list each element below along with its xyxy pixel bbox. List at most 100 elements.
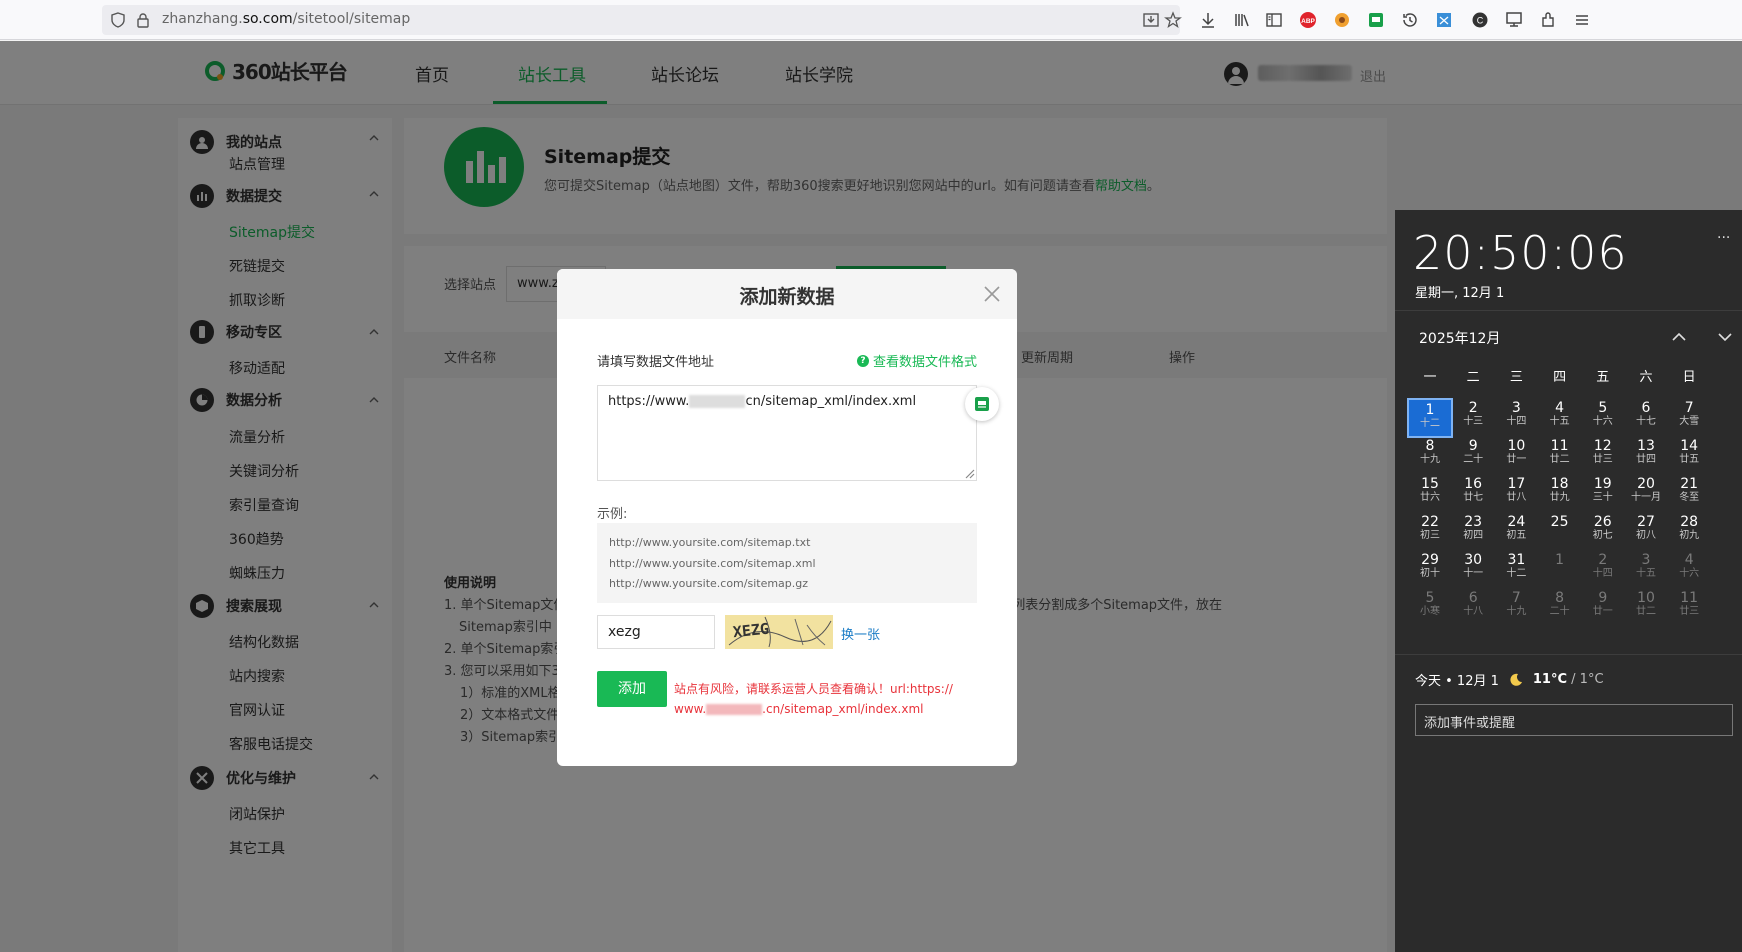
lunar-date: 廿五: [1679, 454, 1700, 465]
today-label: 今天 • 12月 1: [1415, 674, 1499, 689]
lunar-date: 十四: [1592, 568, 1613, 579]
close-icon[interactable]: [983, 285, 1001, 303]
library-icon[interactable]: [1232, 10, 1252, 30]
calendar-day[interactable]: 4 十五: [1537, 398, 1583, 438]
view-format-link[interactable]: ? 查看数据文件格式: [857, 351, 977, 370]
address-bar[interactable]: zhanzhang.so.com/sitetool/sitemap: [102, 5, 1182, 35]
calendar-flyout: 20:50:06 星期一, 12月 1 ··· 2025年12月 一 二 三 四 五 六 日…: [1395, 210, 1742, 952]
calendar-day[interactable]: 26 初七: [1580, 512, 1626, 552]
calendar-day[interactable]: 4 十六: [1666, 550, 1712, 590]
chevron-down-icon[interactable]: [1717, 330, 1733, 344]
example-box: http://www.yoursite.com/sitemap.txt http…: [597, 523, 977, 603]
weekday-header: 一: [1423, 370, 1437, 385]
calendar-day[interactable]: 6 十八: [1450, 588, 1496, 628]
calendar-day[interactable]: 16 廿七: [1450, 474, 1496, 514]
calendar-day[interactable]: 3 十五: [1623, 550, 1669, 590]
extension-badge-icon[interactable]: [965, 387, 999, 421]
lunar-date: 三十: [1592, 492, 1613, 503]
calendar-day[interactable]: 7 大雪: [1666, 398, 1712, 438]
lunar-date: 初八: [1636, 530, 1656, 541]
lunar-date: 二十: [1549, 606, 1570, 617]
shield-icon[interactable]: [110, 12, 126, 28]
temp-high: 11°C: [1532, 672, 1568, 687]
calendar-day[interactable]: 2 十三: [1450, 398, 1496, 438]
day-number: 20: [1637, 476, 1655, 492]
day-number: 4: [1684, 552, 1694, 568]
download-icon[interactable]: [1198, 10, 1218, 30]
adblock-icon[interactable]: ABP: [1298, 10, 1318, 30]
bookmark-star-icon[interactable]: [1164, 11, 1182, 29]
calendar-day[interactable]: 24 初五: [1493, 512, 1539, 552]
calendar-day[interactable]: 7 十九: [1493, 588, 1539, 628]
day-number: 5: [1598, 400, 1608, 416]
history-icon[interactable]: [1400, 10, 1420, 30]
moon-icon: [1509, 673, 1523, 687]
save-page-icon[interactable]: [1142, 11, 1160, 29]
extension-fox-icon[interactable]: [1332, 10, 1352, 30]
calendar-day[interactable]: 9 二十: [1450, 436, 1496, 476]
resize-handle-icon[interactable]: [963, 467, 975, 479]
calendar-day[interactable]: 27 初八: [1623, 512, 1669, 552]
monitor-icon[interactable]: [1504, 10, 1524, 30]
sidebar-icon[interactable]: [1264, 10, 1284, 30]
calendar-day[interactable]: 11 廿二: [1537, 436, 1583, 476]
extension-screen-icon[interactable]: [1366, 10, 1386, 30]
chevron-up-icon[interactable]: [1671, 330, 1687, 344]
day-number: 2: [1598, 552, 1608, 568]
calendar-day[interactable]: 21 冬至: [1666, 474, 1712, 514]
data-url-textarea[interactable]: https://www. cn/sitemap_xml/index.xml: [597, 385, 977, 481]
extension-translate-icon[interactable]: [1434, 10, 1454, 30]
calendar-day[interactable]: 1: [1537, 550, 1583, 590]
menu-icon[interactable]: [1572, 10, 1592, 30]
calendar-day[interactable]: 15 廿六: [1407, 474, 1453, 514]
calendar-day[interactable]: 5 十六: [1580, 398, 1626, 438]
calendar-day[interactable]: 31 十二: [1493, 550, 1539, 590]
extension-c-icon[interactable]: C: [1470, 10, 1490, 30]
question-icon: ?: [857, 354, 869, 367]
month-label[interactable]: 2025年12月: [1419, 328, 1500, 348]
calendar-day[interactable]: 18 廿九: [1537, 474, 1583, 514]
day-number: 6: [1468, 590, 1478, 606]
calendar-day[interactable]: 23 初四: [1450, 512, 1496, 552]
clock-date[interactable]: 星期一, 12月 1: [1415, 282, 1504, 301]
lunar-date: 廿六: [1420, 492, 1440, 503]
calendar-day[interactable]: 13 廿四: [1623, 436, 1669, 476]
day-number: 3: [1641, 552, 1651, 568]
calendar-day[interactable]: 12 廿三: [1580, 436, 1626, 476]
calendar-day[interactable]: 19 三十: [1580, 474, 1626, 514]
calendar-day[interactable]: 9 廿一: [1580, 588, 1626, 628]
extensions-icon[interactable]: [1538, 10, 1558, 30]
calendar-day[interactable]: 28 初九: [1666, 512, 1712, 552]
add-button[interactable]: 添加: [597, 671, 667, 707]
captcha-image[interactable]: XEZG: [725, 615, 833, 649]
calendar-day[interactable]: 5 小寒: [1407, 588, 1453, 628]
calendar-day[interactable]: 17 廿八: [1493, 474, 1539, 514]
calendar-day[interactable]: 25: [1537, 512, 1583, 552]
calendar-day[interactable]: 11 廿三: [1666, 588, 1712, 628]
captcha-input[interactable]: xezg: [597, 615, 715, 649]
calendar-day[interactable]: 10 廿一: [1493, 436, 1539, 476]
lunar-date: 廿七: [1463, 492, 1484, 503]
calendar-day[interactable]: 29 初十: [1407, 550, 1453, 590]
calendar-day[interactable]: 3 十四: [1493, 398, 1539, 438]
add-event-input[interactable]: 添加事件或提醒: [1415, 704, 1733, 736]
lunar-date: 廿二: [1549, 454, 1570, 465]
calendar-day-today[interactable]: 1 十二: [1407, 398, 1453, 438]
calendar-day[interactable]: 2 十四: [1580, 550, 1626, 590]
lock-icon[interactable]: [136, 12, 150, 28]
weekday-header: 日: [1682, 370, 1696, 385]
calendar-day[interactable]: 8 二十: [1537, 588, 1583, 628]
captcha-refresh-link[interactable]: 换一张: [841, 624, 880, 643]
calendar-day[interactable]: 20 十一月: [1623, 474, 1669, 514]
warning-suffix: .cn/sitemap_xml/index.xml: [762, 702, 924, 716]
calendar-day[interactable]: 6 十七: [1623, 398, 1669, 438]
lunar-date: 初九: [1679, 530, 1700, 541]
calendar-day[interactable]: 10 廿二: [1623, 588, 1669, 628]
more-options-icon[interactable]: ···: [1717, 230, 1730, 246]
calendar-day[interactable]: 8 十九: [1407, 436, 1453, 476]
calendar-day[interactable]: 22 初三: [1407, 512, 1453, 552]
calendar-day[interactable]: 14 廿五: [1666, 436, 1712, 476]
lunar-date: 廿四: [1636, 454, 1656, 465]
day-number: 12: [1593, 438, 1612, 454]
calendar-day[interactable]: 30 十一: [1450, 550, 1496, 590]
